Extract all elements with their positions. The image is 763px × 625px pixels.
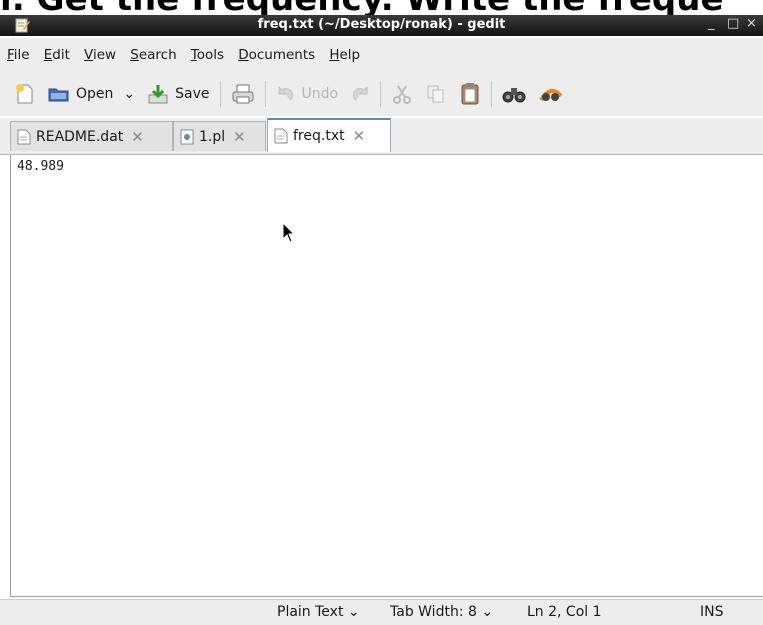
script-file-icon: [180, 129, 194, 144]
new-document-button[interactable]: [8, 78, 42, 110]
toolbar-separator: [219, 81, 221, 107]
tab-label: README.dat: [36, 128, 124, 145]
redo-icon: [353, 85, 368, 101]
open-button[interactable]: Open ⌄: [42, 78, 141, 110]
redo-button[interactable]: [344, 78, 376, 110]
open-label: Open: [76, 86, 114, 102]
tab-label: 1.pl: [199, 128, 226, 145]
insert-mode-indicator: INS: [700, 604, 724, 620]
text-file-icon: [17, 129, 31, 144]
text-file-icon: [274, 128, 288, 144]
toolbar: Open ⌄ Save Undo: [0, 72, 763, 116]
toolbar-separator: [491, 81, 493, 107]
menu-search[interactable]: Search: [125, 38, 181, 72]
paste-button[interactable]: [453, 78, 487, 110]
tab-1-pl[interactable]: 1.pl ✕: [173, 121, 266, 151]
binoculars-icon: [502, 88, 526, 103]
copy-button[interactable]: [419, 78, 453, 110]
window-title: freq.txt (~/Desktop/ronak) - gedit: [257, 17, 506, 32]
editor-content[interactable]: 48.989: [17, 159, 64, 174]
save-download-icon: [148, 85, 168, 104]
save-label: Save: [175, 86, 210, 102]
menu-file[interactable]: File: [2, 38, 35, 72]
toolbar-separator: [264, 81, 266, 107]
undo-icon: [278, 85, 293, 101]
tab-freq-txt[interactable]: freq.txt ✕: [267, 118, 391, 152]
tab-label: freq.txt: [293, 128, 345, 144]
minimize-button[interactable]: _: [708, 16, 715, 31]
find-button[interactable]: [496, 78, 532, 110]
tab-readme-dat[interactable]: README.dat ✕: [10, 121, 173, 151]
scissors-icon: [393, 85, 412, 104]
window-titlebar[interactable]: freq.txt (~/Desktop/ronak) - gedit _ □ ×: [0, 15, 763, 36]
maximize-button[interactable]: □: [727, 16, 739, 31]
cut-button[interactable]: [385, 78, 419, 110]
menu-help[interactable]: Help: [324, 38, 365, 72]
clipboard-paste-icon: [461, 83, 479, 105]
chevron-down-icon[interactable]: ⌄: [123, 86, 135, 102]
undo-label: Undo: [301, 86, 339, 102]
new-document-icon: [16, 84, 33, 104]
find-replace-icon: [539, 88, 563, 102]
find-replace-button[interactable]: [532, 78, 570, 110]
close-tab-icon[interactable]: ✕: [131, 128, 144, 146]
print-button[interactable]: [225, 78, 261, 110]
printer-icon: [232, 84, 254, 104]
cursor-position: Ln 2, Col 1: [527, 604, 602, 620]
menu-documents[interactable]: Documents: [233, 38, 320, 72]
menu-edit[interactable]: Edit: [39, 38, 75, 72]
text-editor-area[interactable]: 48.989: [10, 155, 763, 597]
menu-view[interactable]: View: [79, 38, 121, 72]
menu-tools[interactable]: Tools: [186, 38, 229, 72]
mouse-pointer-icon: [282, 222, 296, 243]
toolbar-separator: [380, 81, 382, 107]
undo-button[interactable]: Undo: [270, 78, 345, 110]
close-tab-icon[interactable]: ✕: [233, 128, 246, 146]
close-tab-icon[interactable]: ✕: [353, 127, 366, 145]
copy-icon: [427, 85, 444, 103]
document-tab-bar: README.dat ✕ 1.pl ✕ freq.txt ✕: [0, 118, 763, 155]
folder-open-icon: [48, 88, 69, 102]
background-overlay-text: r. Get the frequency. Write the freque: [0, 0, 763, 16]
close-window-button[interactable]: ×: [746, 16, 757, 31]
save-button[interactable]: Save: [141, 78, 215, 110]
language-selector[interactable]: Plain Text ⌄: [277, 604, 360, 620]
status-bar: Plain Text ⌄ Tab Width: 8 ⌄ Ln 2, Col 1 …: [0, 599, 763, 625]
tab-width-selector[interactable]: Tab Width: 8 ⌄: [390, 604, 493, 620]
menu-bar: File Edit View Search Tools Documents He…: [0, 38, 763, 72]
